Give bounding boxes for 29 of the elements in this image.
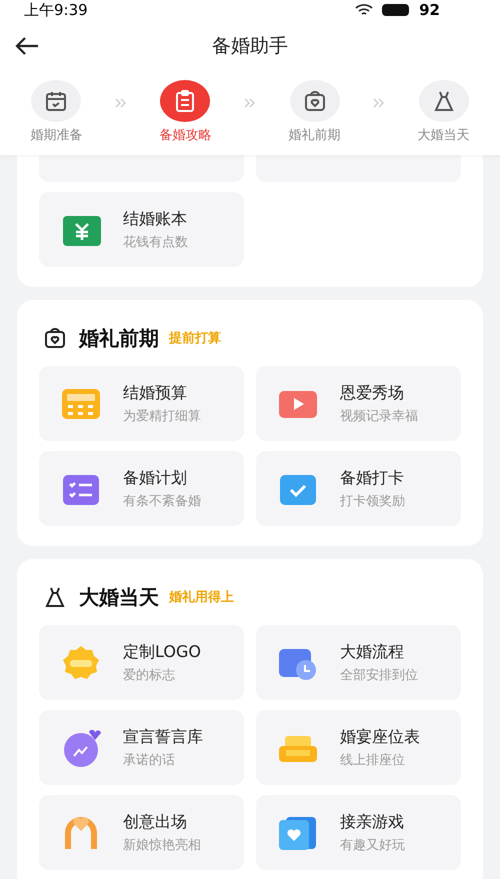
- page-title: 备婚助手: [212, 34, 288, 59]
- chevron-icon: [244, 98, 256, 108]
- section-tag: 提前打算: [169, 329, 221, 347]
- calendar-icon: [44, 89, 68, 113]
- battery-level: 92: [419, 1, 440, 19]
- tool-card[interactable]: 备婚计划 有条不紊备婚: [39, 451, 244, 526]
- tool-card[interactable]: 结婚账本 花钱有点数: [39, 192, 244, 267]
- dress-icon: [43, 585, 67, 609]
- tool-card[interactable]: 接亲游戏 有趣又好玩: [256, 795, 461, 870]
- tool-card[interactable]: 大婚流程 全部安排到位: [256, 625, 461, 700]
- tool-card[interactable]: 婚宴座位表 线上排座位: [256, 710, 461, 785]
- section-title: 大婚当天: [79, 584, 159, 610]
- tool-card[interactable]: 宣言誓言库 承诺的话: [39, 710, 244, 785]
- tool-card[interactable]: 恩爱秀场 视频记录幸福: [256, 366, 461, 441]
- tool-card[interactable]: 备婚打卡 打卡领奖励: [256, 451, 461, 526]
- heart-bag-icon: [302, 89, 327, 113]
- speech-bubble-icon: [61, 728, 101, 768]
- section-title: 婚礼前期: [79, 324, 159, 352]
- status-time: 上午9:39: [24, 0, 88, 20]
- tool-card[interactable]: 创意出场 新娘惊艳亮相: [39, 795, 244, 870]
- section-tag: 婚礼用得上: [169, 588, 234, 606]
- heart-bag-icon: [43, 326, 67, 350]
- chevron-icon: [114, 98, 127, 108]
- battery-icon: [381, 3, 412, 17]
- chevron-icon: [373, 98, 386, 108]
- tool-card[interactable]: 定制LOGO 爱的标志: [39, 625, 244, 700]
- dress-icon: [432, 89, 456, 113]
- wifi-icon: [355, 3, 374, 17]
- tool-card[interactable]: 结婚预算 为爱精打细算: [39, 366, 244, 441]
